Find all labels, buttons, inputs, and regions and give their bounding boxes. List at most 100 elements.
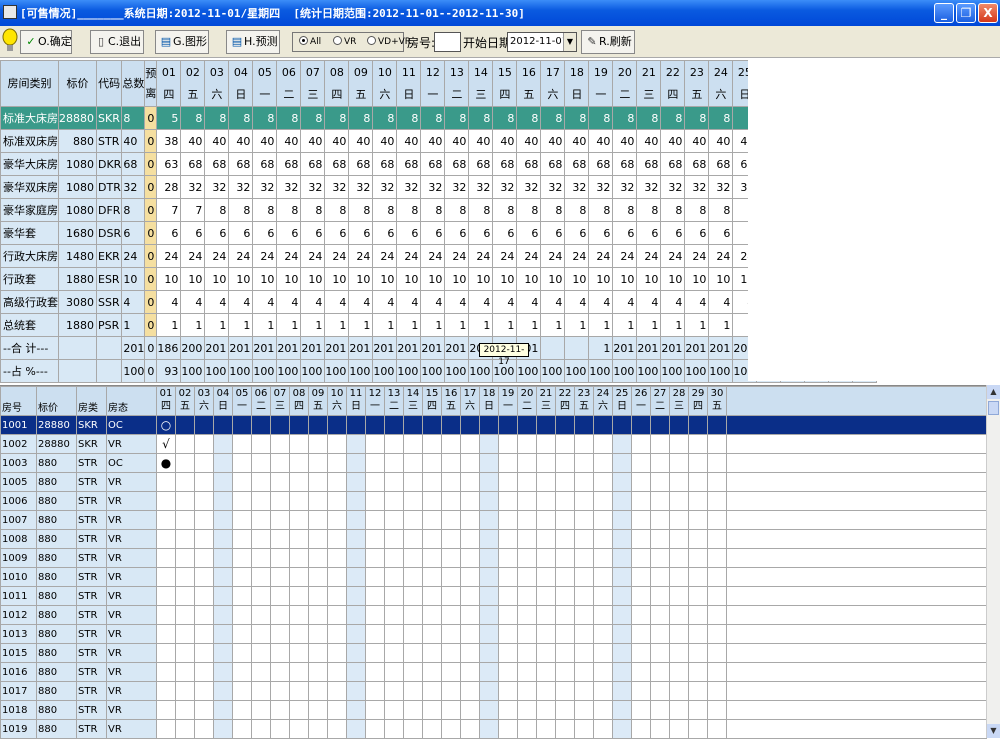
room-day-cell[interactable] — [403, 605, 423, 625]
room-day-cell[interactable] — [536, 567, 556, 587]
vertical-scrollbar[interactable]: ▲ ▼ — [986, 385, 1000, 738]
room-day-cell[interactable] — [403, 700, 423, 720]
room-day-cell[interactable] — [441, 681, 461, 701]
room-day-cell[interactable] — [213, 624, 233, 644]
availability-cell[interactable]: 10 — [588, 267, 614, 291]
availability-cell[interactable]: 8 — [348, 198, 374, 222]
room-day-cell[interactable] — [365, 453, 385, 473]
radio-all[interactable]: All — [299, 33, 321, 51]
room-day-cell[interactable] — [384, 434, 404, 454]
availability-cell[interactable]: 6 — [420, 221, 446, 245]
room-day-cell[interactable] — [308, 605, 328, 625]
room-row[interactable]: 1009 880 STR VR — [0, 548, 987, 568]
room-day-cell[interactable] — [593, 434, 613, 454]
room-day-cell[interactable] — [460, 662, 480, 682]
room-day-cell[interactable] — [650, 681, 670, 701]
room-day-cell[interactable] — [498, 643, 518, 663]
room-day-cell[interactable] — [536, 681, 556, 701]
room-day-cell[interactable] — [669, 453, 689, 473]
room-day-cell[interactable] — [422, 719, 442, 739]
room-day-cell[interactable] — [194, 472, 214, 492]
room-day-cell[interactable] — [688, 586, 708, 606]
room-day-cell[interactable] — [441, 719, 461, 739]
availability-cell[interactable]: 4 — [348, 290, 374, 314]
availability-cell[interactable]: 32 — [204, 175, 230, 199]
room-day-cell[interactable] — [327, 472, 347, 492]
room-day-cell[interactable] — [498, 548, 518, 568]
room-day-cell[interactable] — [479, 719, 499, 739]
room-day-cell[interactable] — [251, 662, 271, 682]
room-day-cell[interactable] — [460, 567, 480, 587]
availability-cell[interactable]: 68 — [444, 152, 470, 176]
room-day-cell[interactable] — [650, 605, 670, 625]
room-day-cell[interactable] — [631, 719, 651, 739]
availability-cell[interactable]: 10 — [444, 267, 470, 291]
room-day-marker[interactable] — [156, 586, 176, 606]
room-day-cell[interactable] — [289, 548, 309, 568]
room-day-cell[interactable] — [479, 567, 499, 587]
room-day-cell[interactable] — [289, 643, 309, 663]
availability-cell[interactable]: 8 — [396, 106, 422, 130]
room-day-cell[interactable] — [346, 643, 366, 663]
room-day-cell[interactable] — [574, 662, 594, 682]
availability-cell[interactable]: 68 — [276, 152, 302, 176]
radio-vdvr-dot[interactable] — [367, 36, 376, 45]
room-day-cell[interactable] — [612, 624, 632, 644]
room-type-row[interactable]: 行政大床房 1480 EKR 24 0 24 24 24 24 24 24 24 24 24 24 24 24 2… — [0, 244, 878, 268]
refresh-button[interactable]: ✎ R.刷新 — [581, 30, 635, 54]
room-day-cell[interactable] — [688, 643, 708, 663]
room-day-cell[interactable] — [422, 662, 442, 682]
room-day-cell[interactable] — [688, 624, 708, 644]
availability-cell[interactable]: 8 — [564, 198, 590, 222]
availability-cell[interactable]: 40 — [588, 129, 614, 153]
room-day-cell[interactable] — [270, 700, 290, 720]
room-day-cell[interactable] — [289, 415, 309, 435]
room-day-cell[interactable] — [460, 472, 480, 492]
availability-cell[interactable]: 6 — [588, 221, 614, 245]
availability-cell[interactable]: 6 — [708, 221, 734, 245]
room-day-cell[interactable] — [308, 681, 328, 701]
room-type-row[interactable]: 豪华双床房 1080 DTR 32 0 28 32 32 32 32 32 32 32 32 32 32 32 3… — [0, 175, 878, 199]
availability-cell[interactable]: 32 — [468, 175, 494, 199]
availability-cell[interactable]: 1 — [396, 313, 422, 337]
room-day-cell[interactable] — [650, 453, 670, 473]
room-day-cell[interactable] — [498, 624, 518, 644]
availability-cell[interactable]: 8 — [300, 198, 326, 222]
room-day-cell[interactable] — [707, 681, 727, 701]
room-day-cell[interactable] — [232, 491, 252, 511]
room-day-cell[interactable] — [517, 643, 537, 663]
room-day-cell[interactable] — [555, 700, 575, 720]
room-day-cell[interactable] — [498, 605, 518, 625]
availability-cell[interactable]: 4 — [180, 290, 206, 314]
room-day-cell[interactable] — [175, 662, 195, 682]
title-bar[interactable]: [可售情况]_______系统日期:2012-11-01/星期四 [统计日期范围… — [0, 0, 1000, 26]
room-day-cell[interactable] — [688, 472, 708, 492]
availability-cell[interactable]: 24 — [660, 244, 686, 268]
room-day-cell[interactable] — [574, 529, 594, 549]
room-day-cell[interactable] — [479, 415, 499, 435]
availability-cell[interactable]: 24 — [324, 244, 350, 268]
availability-cell[interactable]: 1 — [252, 313, 278, 337]
room-day-cell[interactable] — [308, 700, 328, 720]
room-day-cell[interactable] — [612, 453, 632, 473]
room-day-cell[interactable] — [251, 548, 271, 568]
room-day-cell[interactable] — [175, 491, 195, 511]
room-day-cell[interactable] — [365, 662, 385, 682]
room-day-cell[interactable] — [498, 662, 518, 682]
room-day-cell[interactable] — [175, 453, 195, 473]
availability-cell[interactable]: 10 — [252, 267, 278, 291]
room-day-cell[interactable] — [384, 681, 404, 701]
room-day-cell[interactable] — [574, 681, 594, 701]
room-day-cell[interactable] — [555, 415, 575, 435]
room-day-cell[interactable] — [650, 491, 670, 511]
room-type-row[interactable]: 豪华套1680DSR606666666666666666666666666666… — [0, 221, 878, 245]
availability-cell[interactable]: 6 — [228, 221, 254, 245]
room-day-cell[interactable] — [365, 529, 385, 549]
room-day-cell[interactable] — [631, 643, 651, 663]
room-day-cell[interactable] — [384, 453, 404, 473]
availability-cell[interactable]: 10 — [516, 267, 542, 291]
availability-cell[interactable]: 68 — [588, 152, 614, 176]
room-day-cell[interactable] — [289, 700, 309, 720]
room-day-cell[interactable] — [175, 567, 195, 587]
room-day-cell[interactable] — [403, 491, 423, 511]
